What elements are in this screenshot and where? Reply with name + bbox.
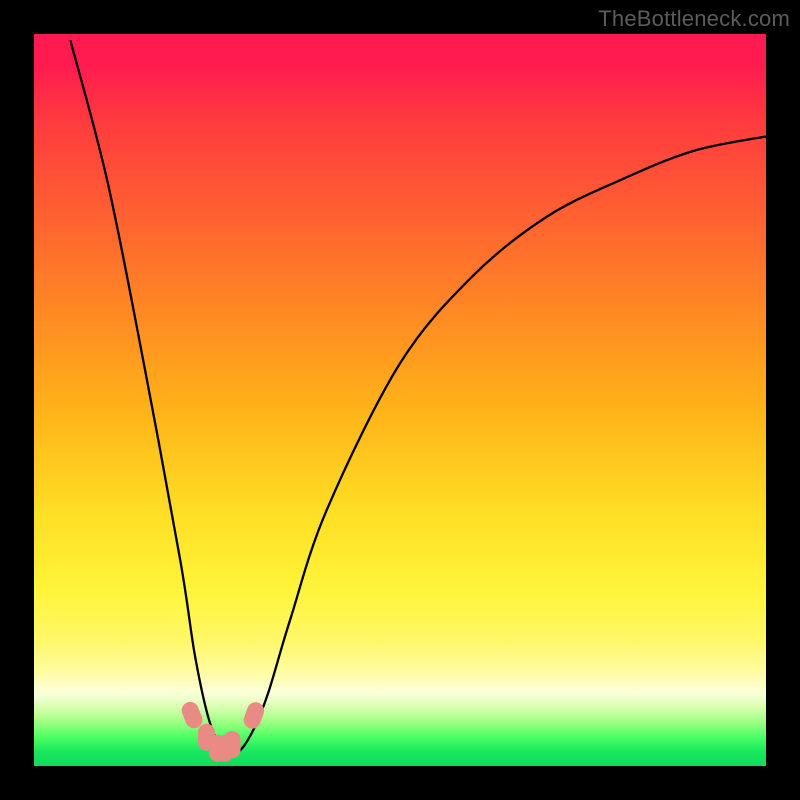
chart-frame: TheBottleneck.com (0, 0, 800, 800)
curve-layer (34, 34, 766, 766)
watermark-text: TheBottleneck.com (598, 6, 790, 32)
highlight-marker (224, 731, 241, 758)
bottleneck-curve (71, 41, 766, 754)
highlight-marker (241, 700, 266, 731)
plot-area (34, 34, 766, 766)
